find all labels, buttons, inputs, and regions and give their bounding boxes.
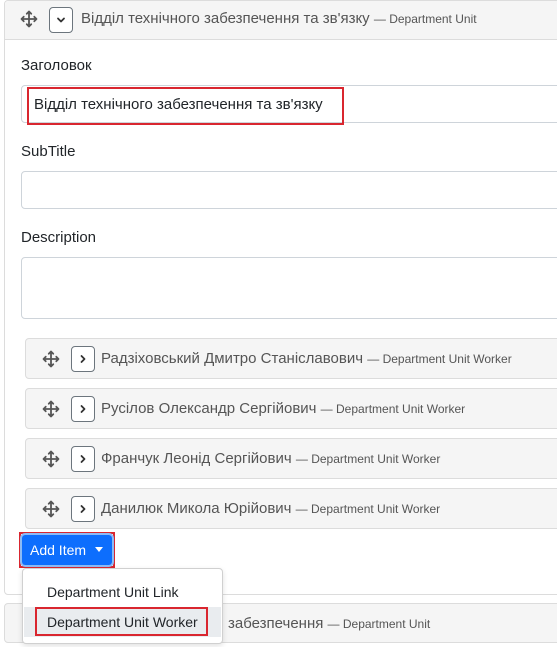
subtitle-input[interactable] <box>21 171 557 209</box>
expand-toggle-button[interactable] <box>71 496 95 522</box>
chevron-right-icon <box>80 405 86 413</box>
chevron-right-icon <box>80 455 86 463</box>
expand-toggle-button[interactable] <box>71 346 95 372</box>
worker-name: Радзіховський Дмитро Станіславович <box>101 350 364 367</box>
worker-item[interactable]: Радзіховський Дмитро Станіславович — Dep… <box>25 338 557 379</box>
expand-toggle-button[interactable] <box>71 396 95 422</box>
worker-name: Франчук Леонід Сергійович <box>101 450 292 467</box>
caret-down-icon <box>95 547 103 552</box>
worker-name: Русілов Олександр Сергійович <box>101 400 317 417</box>
chevron-right-icon <box>80 355 86 363</box>
menu-item-highlight-box <box>35 607 208 636</box>
add-item-label: Add Item <box>30 542 87 558</box>
worker-type: — Department Unit Worker <box>295 452 441 466</box>
next-unit-type: — Department Unit <box>327 617 431 631</box>
worker-type: — Department Unit Worker <box>367 352 512 366</box>
title-label: Заголовок <box>21 57 92 74</box>
worker-type: — Department Unit Worker <box>320 402 466 416</box>
add-item-button[interactable]: Add Item <box>22 535 112 565</box>
expand-toggle-button[interactable] <box>71 446 95 472</box>
subtitle-label: SubTitle <box>21 143 76 160</box>
collapse-toggle-button[interactable] <box>49 7 73 33</box>
worker-name: Данилюк Микола Юрійович <box>101 500 292 517</box>
chevron-right-icon <box>80 505 86 513</box>
title-highlight-box <box>27 87 344 125</box>
next-unit-title-text: забезпечення <box>228 615 324 632</box>
description-textarea[interactable] <box>21 257 557 319</box>
drag-move-icon[interactable] <box>42 450 60 468</box>
worker-title: Данилюк Микола Юрійович — Department Uni… <box>101 500 440 517</box>
next-unit-title: забезпечення — Department Unit <box>228 615 430 632</box>
drag-move-icon[interactable] <box>42 500 60 518</box>
department-unit-type: — Department Unit <box>373 12 477 26</box>
worker-item[interactable]: Данилюк Микола Юрійович — Department Uni… <box>25 488 557 529</box>
worker-title: Русілов Олександр Сергійович — Departmen… <box>101 400 465 417</box>
drag-move-icon[interactable] <box>42 350 60 368</box>
worker-title: Радзіховський Дмитро Станіславович — Dep… <box>101 350 512 367</box>
menu-item-department-unit-link[interactable]: Department Unit Link <box>24 577 221 607</box>
worker-item[interactable]: Русілов Олександр Сергійович — Departmen… <box>25 388 557 429</box>
drag-move-icon[interactable] <box>42 400 60 418</box>
department-unit-title: Відділ технічного забезпечення та зв'язк… <box>81 10 477 27</box>
department-unit-title-text: Відділ технічного забезпечення та зв'язк… <box>81 10 370 27</box>
worker-type: — Department Unit Worker <box>295 502 441 516</box>
drag-move-icon[interactable] <box>20 10 38 28</box>
worker-title: Франчук Леонід Сергійович — Department U… <box>101 450 440 467</box>
chevron-down-icon <box>57 17 65 23</box>
worker-item[interactable]: Франчук Леонід Сергійович — Department U… <box>25 438 557 479</box>
description-label: Description <box>21 229 97 246</box>
